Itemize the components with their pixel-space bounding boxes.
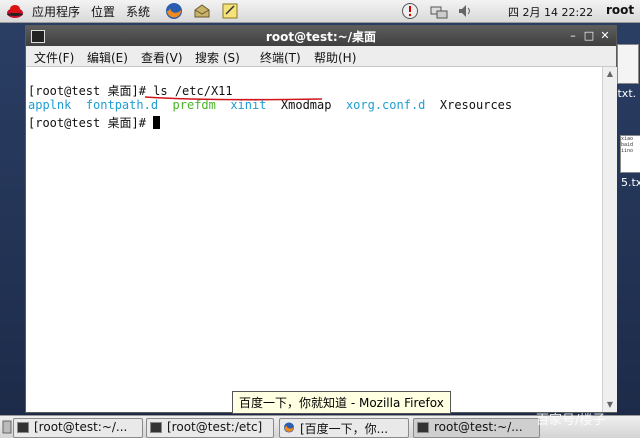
firefox-tooltip: 百度一下，你就知道 - Mozilla Firefox (232, 391, 451, 414)
task-label: [百度一下，你... (300, 422, 389, 436)
minimize-icon[interactable]: – (566, 29, 580, 43)
volume-icon[interactable] (456, 2, 474, 20)
text-cursor (153, 116, 161, 129)
window-title-bar[interactable]: root@test:~/桌面 – □ ✕ (26, 26, 616, 46)
clock[interactable]: 四 2月 14 22:22 (508, 4, 593, 20)
taskbar-terminal-desktop[interactable]: [root@test:~/... (13, 418, 143, 438)
user-menu[interactable]: root (606, 3, 634, 17)
network-icon[interactable] (430, 2, 448, 20)
update-notifier-icon[interactable] (401, 2, 419, 20)
terminal-icon (17, 422, 29, 433)
menu-bar: 文件(F) 编辑(E) 查看(V) 搜索 (S) 终端(T) 帮助(H) (26, 46, 616, 67)
show-desktop-icon[interactable] (2, 419, 12, 435)
task-label: [root@test:/etc] (167, 420, 263, 434)
taskbar-firefox[interactable]: [百度一下，你... (279, 418, 409, 438)
desktop-file-label[interactable]: .txt. (614, 87, 636, 100)
shell-prompt: [root@test 桌面]# (28, 116, 154, 130)
scroll-up-icon[interactable]: ▲ (604, 68, 616, 80)
menu-search[interactable]: 搜索 (S) (195, 49, 240, 66)
redhat-logo-icon[interactable] (6, 2, 24, 20)
taskbar-terminal-active[interactable]: root@test:~/... (413, 418, 540, 438)
places-menu[interactable]: 位置 (91, 3, 115, 20)
task-label: [root@test:~/... (34, 420, 128, 434)
maximize-icon[interactable]: □ (582, 29, 596, 43)
shell-prompt: [root@test 桌面]# (28, 84, 154, 98)
watermark: 百家号/楼子 (536, 413, 606, 428)
desktop-file-label[interactable]: 5.tx (621, 176, 640, 189)
desktop-file-icon[interactable] (617, 44, 639, 84)
terminal-window: root@test:~/桌面 – □ ✕ 文件(F) 编辑(E) 查看(V) 搜… (25, 25, 617, 413)
ls-entry: xorg.conf.d (345, 98, 426, 112)
applications-menu[interactable]: 应用程序 (32, 3, 80, 20)
menu-help[interactable]: 帮助(H) (314, 49, 356, 66)
notes-editor-icon[interactable] (221, 2, 239, 20)
preview-line: iino (621, 148, 634, 154)
firefox-icon[interactable] (165, 2, 183, 20)
red-underline-annotation (144, 96, 323, 101)
task-label: root@test:~/... (434, 420, 523, 434)
menu-edit[interactable]: 编辑(E) (87, 49, 128, 66)
terminal-output[interactable]: [root@test 桌面]# ls /etc/X11 applnk fontp… (26, 67, 602, 412)
mail-icon[interactable] (193, 2, 211, 20)
menu-file[interactable]: 文件(F) (34, 49, 74, 66)
close-icon[interactable]: ✕ (598, 29, 612, 43)
terminal-icon (150, 422, 162, 433)
system-menu[interactable]: 系统 (126, 3, 150, 20)
taskbar-terminal-etc[interactable]: [root@test:/etc] (146, 418, 274, 438)
scroll-down-icon[interactable]: ▼ (604, 399, 616, 411)
window-title: root@test:~/桌面 (265, 30, 377, 44)
terminal-icon (417, 422, 429, 433)
firefox-icon (283, 422, 295, 433)
menu-terminal[interactable]: 终端(T) (260, 49, 301, 66)
command-line: [root@test 桌面]# (28, 114, 161, 131)
desktop-file-preview-icon[interactable]: xiao baid iino (620, 135, 640, 173)
menu-view[interactable]: 查看(V) (141, 49, 183, 66)
terminal-scrollbar[interactable]: ▲ ▼ (602, 67, 617, 412)
ls-entry: Xresources (439, 98, 513, 112)
ls-entry: applnk (28, 98, 72, 112)
top-panel: 应用程序 位置 系统 四 2月 14 22:22 root (0, 0, 640, 23)
